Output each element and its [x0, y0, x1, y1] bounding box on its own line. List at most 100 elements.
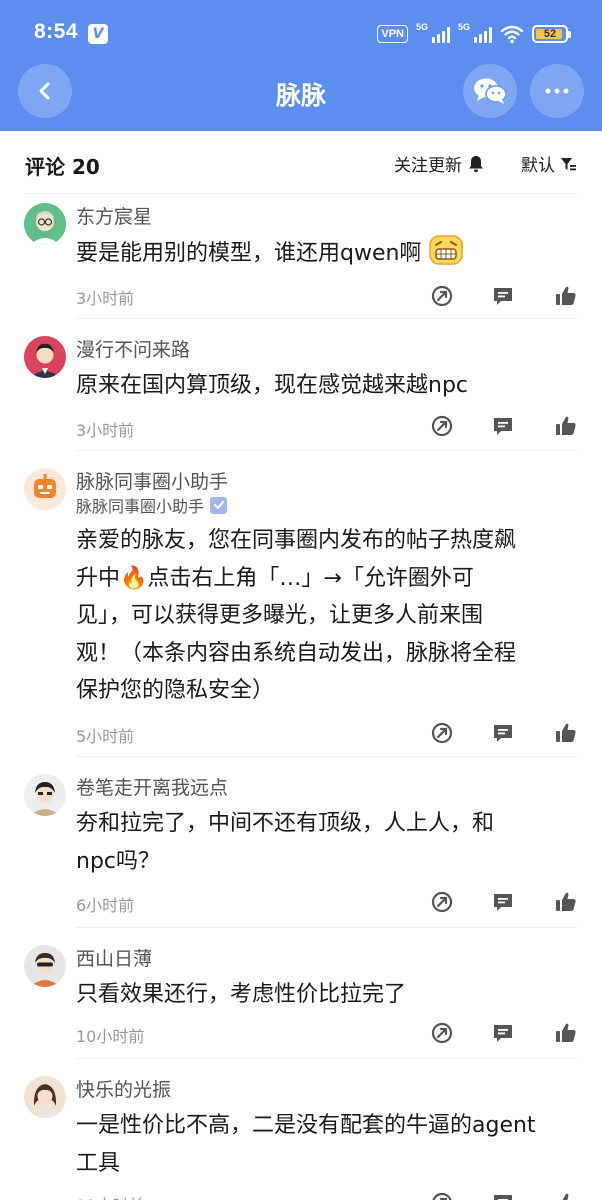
avatar[interactable] [24, 203, 66, 245]
avatar-illustration [24, 1076, 66, 1118]
avatar[interactable] [24, 1076, 66, 1118]
avatar[interactable] [24, 336, 66, 378]
comment-bubble-icon [494, 894, 512, 911]
comment-bubble-icon [494, 725, 512, 742]
comment-bubble-icon [494, 1195, 512, 1200]
follow-updates-button[interactable]: 关注更新 [394, 151, 484, 176]
comment-item: 东方宸星 要是能用别的模型，谁还用qwen啊 3小时前 [0, 193, 602, 319]
comment-item: 快乐的光振 一是性价比不高，二是没有配套的牛逼的agent 工具 11小时前 [0, 1058, 602, 1200]
status-indicators: VPN 5G 5G 52 [377, 22, 571, 46]
grinning-face-icon [429, 235, 464, 265]
thumbs-up-icon [556, 1023, 576, 1042]
share-arrow-icon [431, 285, 453, 307]
comment-text: 一是性价比不高，二是没有配套的牛逼的agent 工具 [76, 1113, 536, 1176]
avatar[interactable] [24, 945, 66, 987]
like-button[interactable] [554, 1021, 578, 1045]
more-button[interactable] [530, 64, 584, 118]
comment-text: 夯和拉完了，中间不还有顶级，人上人，和 npc吗？ [76, 811, 495, 874]
signal-icon-2: 5G [458, 22, 492, 43]
comment-actions [430, 890, 580, 914]
comment-actions [430, 284, 580, 308]
share-button[interactable] [430, 284, 454, 308]
comment-item: 漫行不问来路 原来在国内算顶级，现在感觉越来越npc 3小时前 [0, 318, 602, 451]
comment-item: 西山日薄 只看效果还行，考虑性价比拉完了 10小时前 [0, 927, 602, 1059]
filter-icon [561, 157, 576, 170]
comment-actions [430, 414, 580, 438]
comment-actions [430, 1191, 580, 1200]
thumbs-up-icon [556, 286, 576, 305]
comment-item: 卷笔走开离我远点 夯和拉完了，中间不还有顶级，人上人，和 npc吗？ 6小时前 [0, 756, 602, 928]
status-bar: 8:54 V VPN 5G 5G 52 [0, 0, 602, 64]
comment-text: 要是能用别的模型，谁还用qwen啊 [76, 234, 581, 273]
comment-text: 亲爱的脉友，您在同事圈内发布的帖子热度飙 升中🔥点击右上角「…」→「允许圈外可 … [76, 528, 517, 704]
comment-bubble-icon [494, 418, 512, 435]
wechat-share-button[interactable] [463, 64, 517, 118]
comment-time: 11小时前 [76, 1192, 144, 1200]
reply-button[interactable] [491, 1021, 515, 1045]
share-button[interactable] [430, 1021, 454, 1045]
thumbs-up-icon [556, 723, 576, 742]
share-button[interactable] [430, 890, 454, 914]
share-button[interactable] [430, 414, 454, 438]
avatar-illustration [24, 945, 66, 987]
comment-author[interactable]: 快乐的光振 [76, 1075, 171, 1102]
status-time: 8:54 [34, 20, 79, 43]
avatar[interactable] [24, 774, 66, 816]
avatar-illustration [24, 774, 66, 816]
comment-actions [430, 721, 580, 745]
comment-author[interactable]: 脉脉同事圈小助手 [76, 467, 228, 494]
share-arrow-icon [432, 1192, 452, 1200]
reply-button[interactable] [491, 414, 515, 438]
wifi-icon [500, 25, 524, 44]
assistant-robot-icon [24, 468, 66, 510]
comment-bubble-icon [494, 1025, 512, 1042]
vpn-badge: VPN [377, 25, 408, 43]
avatar-illustration [24, 203, 66, 245]
avatar-illustration [24, 336, 66, 378]
like-button[interactable] [554, 414, 578, 438]
like-button[interactable] [554, 721, 578, 745]
app-header: 8:54 V VPN 5G 5G 52 脉脉 [0, 0, 602, 131]
reply-button[interactable] [491, 890, 515, 914]
bell-icon [469, 155, 483, 172]
app-notification-icon: V [88, 24, 108, 44]
like-button[interactable] [554, 1191, 578, 1200]
share-arrow-icon [431, 722, 453, 744]
sort-label: 默认 [521, 156, 555, 176]
signal-icon: 5G [416, 22, 450, 43]
avatar[interactable] [24, 468, 66, 510]
like-button[interactable] [554, 284, 578, 308]
comment-author-subtitle: 脉脉同事圈小助手 [76, 493, 228, 517]
wechat-icon [474, 78, 507, 104]
comment-time: 3小时前 [76, 289, 135, 308]
sort-dropdown[interactable]: 默认 [521, 151, 576, 176]
share-button[interactable] [430, 1191, 454, 1200]
comments-header: 评论 20 关注更新 默认 [0, 131, 602, 193]
comment-author[interactable]: 漫行不问来路 [76, 335, 190, 362]
comment-author[interactable]: 西山日薄 [76, 944, 152, 971]
reply-button[interactable] [491, 284, 515, 308]
like-button[interactable] [554, 890, 578, 914]
thumbs-up-icon [556, 892, 576, 911]
comment-author[interactable]: 卷笔走开离我远点 [76, 773, 228, 800]
share-arrow-icon [431, 1022, 453, 1044]
more-dots-icon [545, 88, 569, 94]
share-button[interactable] [430, 721, 454, 745]
comment-text: 原来在国内算顶级，现在感觉越来越npc [76, 373, 469, 398]
share-arrow-icon [431, 415, 453, 437]
comment-item: 脉脉同事圈小助手 脉脉同事圈小助手 亲爱的脉友，您在同事圈内发布的帖子热度飙 升… [0, 450, 602, 757]
comment-text: 只看效果还行，考虑性价比拉完了 [76, 982, 407, 1007]
comment-actions [430, 1021, 580, 1045]
thumbs-up-icon [556, 416, 576, 435]
reply-button[interactable] [491, 1191, 515, 1200]
follow-updates-label: 关注更新 [394, 156, 462, 176]
reply-button[interactable] [491, 721, 515, 745]
comments-count-title: 评论 20 [25, 155, 100, 179]
verified-check-icon [210, 496, 228, 514]
comment-time: 3小时前 [76, 421, 135, 440]
comment-time: 5小时前 [76, 727, 135, 746]
comment-time: 10小时前 [76, 1027, 145, 1046]
battery-icon: 52 [532, 25, 571, 43]
comment-author[interactable]: 东方宸星 [76, 202, 152, 229]
thumbs-up-icon [562, 1193, 574, 1200]
